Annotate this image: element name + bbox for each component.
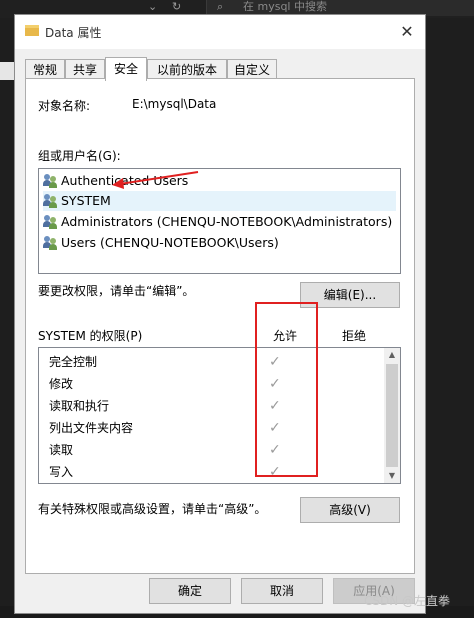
group-item-label: Users (CHENQU-NOTEBOOK\Users)	[61, 235, 279, 250]
group-item-label: Administrators (CHENQU-NOTEBOOK\Administ…	[61, 214, 393, 229]
users-icon	[43, 235, 58, 250]
chevron-down-icon: ⌄	[148, 0, 158, 13]
tab-general[interactable]: 常规	[25, 59, 65, 79]
group-item-authenticated-users[interactable]: Authenticated Users	[43, 171, 396, 191]
dialog-title: Data 属性	[45, 26, 102, 40]
background-tab-fragment	[0, 62, 15, 80]
users-icon	[43, 193, 58, 208]
scroll-up-icon[interactable]: ▲	[384, 348, 400, 362]
advanced-hint: 有关特殊权限或高级设置，请单击“高级”。	[38, 502, 267, 516]
users-icon	[43, 173, 58, 188]
folder-icon	[25, 25, 39, 36]
permission-row: 读取和执行 ✓	[39, 395, 384, 417]
permission-name: 完全控制	[49, 355, 98, 369]
permission-row: 修改 ✓	[39, 373, 384, 395]
tab-previous-versions[interactable]: 以前的版本	[147, 59, 227, 79]
groups-label: 组或用户名(G):	[38, 149, 121, 163]
users-icon	[43, 214, 58, 229]
advanced-button[interactable]: 高级(V)	[300, 497, 400, 523]
permission-name: 列出文件夹内容	[49, 421, 134, 435]
watermark: CSDN @左直拳	[364, 594, 451, 608]
object-name-label: 对象名称:	[38, 99, 91, 113]
security-panel: 对象名称: E:\mysql\Data 组或用户名(G): Authentica…	[25, 78, 415, 574]
permission-name: 读取和执行	[49, 399, 110, 413]
groups-list: Authenticated Users SYSTEM Administrator…	[38, 168, 401, 274]
deny-header: 拒绝	[342, 329, 367, 343]
search-icon: ⌕	[217, 0, 224, 13]
ok-button[interactable]: 确定	[149, 578, 231, 604]
permission-name: 写入	[49, 465, 74, 479]
group-item-administrators[interactable]: Administrators (CHENQU-NOTEBOOK\Administ…	[43, 212, 396, 232]
scroll-down-icon[interactable]: ▼	[384, 469, 400, 483]
group-item-system[interactable]: SYSTEM	[43, 191, 396, 211]
permissions-scrollbar[interactable]: ▲ ▼	[384, 348, 400, 483]
object-name-value: E:\mysql\Data	[132, 97, 217, 111]
permissions-list: 完全控制 ✓ 修改 ✓ 读取和执行 ✓ 列出文件夹内容 ✓ 读取 ✓ 写入 ✓	[38, 347, 401, 484]
group-item-label: SYSTEM	[61, 193, 111, 208]
tab-customize[interactable]: 自定义	[227, 59, 277, 79]
refresh-icon: ↻	[172, 0, 182, 13]
permission-row: 读取 ✓	[39, 439, 384, 461]
permission-name: 读取	[49, 443, 74, 457]
properties-dialog: Data 属性 ✕ 常规 共享 安全 以前的版本 自定义 对象名称: E:\my…	[14, 14, 426, 614]
tab-security[interactable]: 安全	[105, 57, 147, 81]
cancel-button[interactable]: 取消	[241, 578, 323, 604]
annotation-highlight-box	[255, 302, 318, 477]
annotation-arrow-icon	[112, 171, 199, 189]
scroll-thumb[interactable]	[386, 364, 398, 467]
permission-name: 修改	[49, 377, 74, 391]
edit-hint: 要更改权限，请单击“编辑”。	[38, 284, 195, 298]
permissions-title: SYSTEM 的权限(P)	[38, 329, 143, 343]
group-item-users[interactable]: Users (CHENQU-NOTEBOOK\Users)	[43, 233, 396, 253]
tab-sharing[interactable]: 共享	[65, 59, 105, 79]
dialog-titlebar: Data 属性 ✕	[15, 15, 425, 49]
close-button[interactable]: ✕	[393, 19, 421, 45]
background-search-placeholder: 在 mysql 中搜索	[243, 0, 327, 13]
permission-row: 写入 ✓	[39, 461, 384, 483]
permission-row: 列出文件夹内容 ✓	[39, 417, 384, 439]
permission-row: 完全控制 ✓	[39, 351, 384, 373]
